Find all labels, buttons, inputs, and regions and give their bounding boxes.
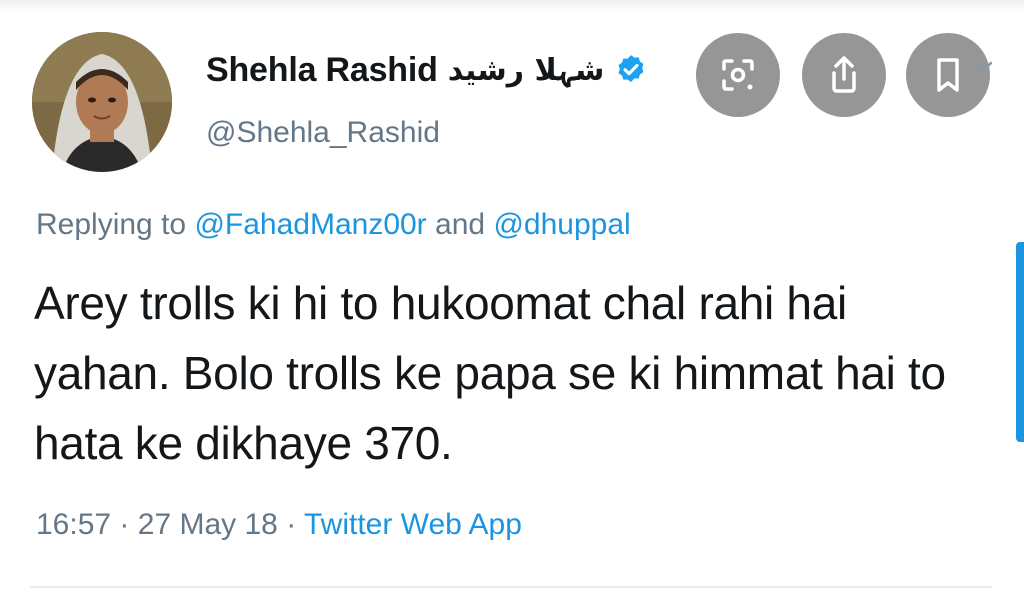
replying-to-label: Replying to [36, 208, 187, 241]
author-display-name-urdu[interactable]: شہلا رشید [448, 53, 605, 88]
meta-separator: · [286, 508, 297, 541]
replying-to-line: Replying to @FahadManz00r and @dhuppal [36, 208, 631, 242]
chevron-down-icon[interactable] [972, 54, 996, 78]
top-edge [0, 0, 1024, 12]
tweet-text: Arey trolls ki hi to hukoomat chal rahi … [34, 277, 946, 469]
reply-mention-link[interactable]: @dhuppal [493, 208, 630, 241]
reply-mention-link[interactable]: @FahadManz00r [194, 208, 426, 241]
author-display-name[interactable]: Shehla Rashid [206, 51, 438, 90]
verified-badge-icon [614, 53, 648, 87]
lens-search-icon [722, 59, 754, 91]
meta-separator: · [119, 508, 130, 541]
tweet-meta: 16:57 · 27 May 18 · Twitter Web App [36, 508, 522, 542]
author-row: Shehla Rashid شہلا رشید [206, 48, 648, 92]
avatar-image [32, 32, 172, 172]
share-button[interactable] [802, 33, 886, 117]
tweet-date[interactable]: 27 May 18 [138, 508, 278, 541]
tweet-source-link[interactable]: Twitter Web App [304, 508, 522, 541]
lens-search-button[interactable] [696, 33, 780, 117]
author-handle[interactable]: @Shehla_Rashid [206, 116, 440, 150]
replying-to-connector: and [435, 208, 486, 241]
avatar[interactable] [32, 32, 172, 172]
tweet-time[interactable]: 16:57 [36, 508, 111, 541]
bookmark-icon [937, 58, 959, 92]
share-icon [832, 56, 856, 93]
divider [30, 586, 992, 588]
scroll-indicator[interactable] [1016, 242, 1024, 442]
